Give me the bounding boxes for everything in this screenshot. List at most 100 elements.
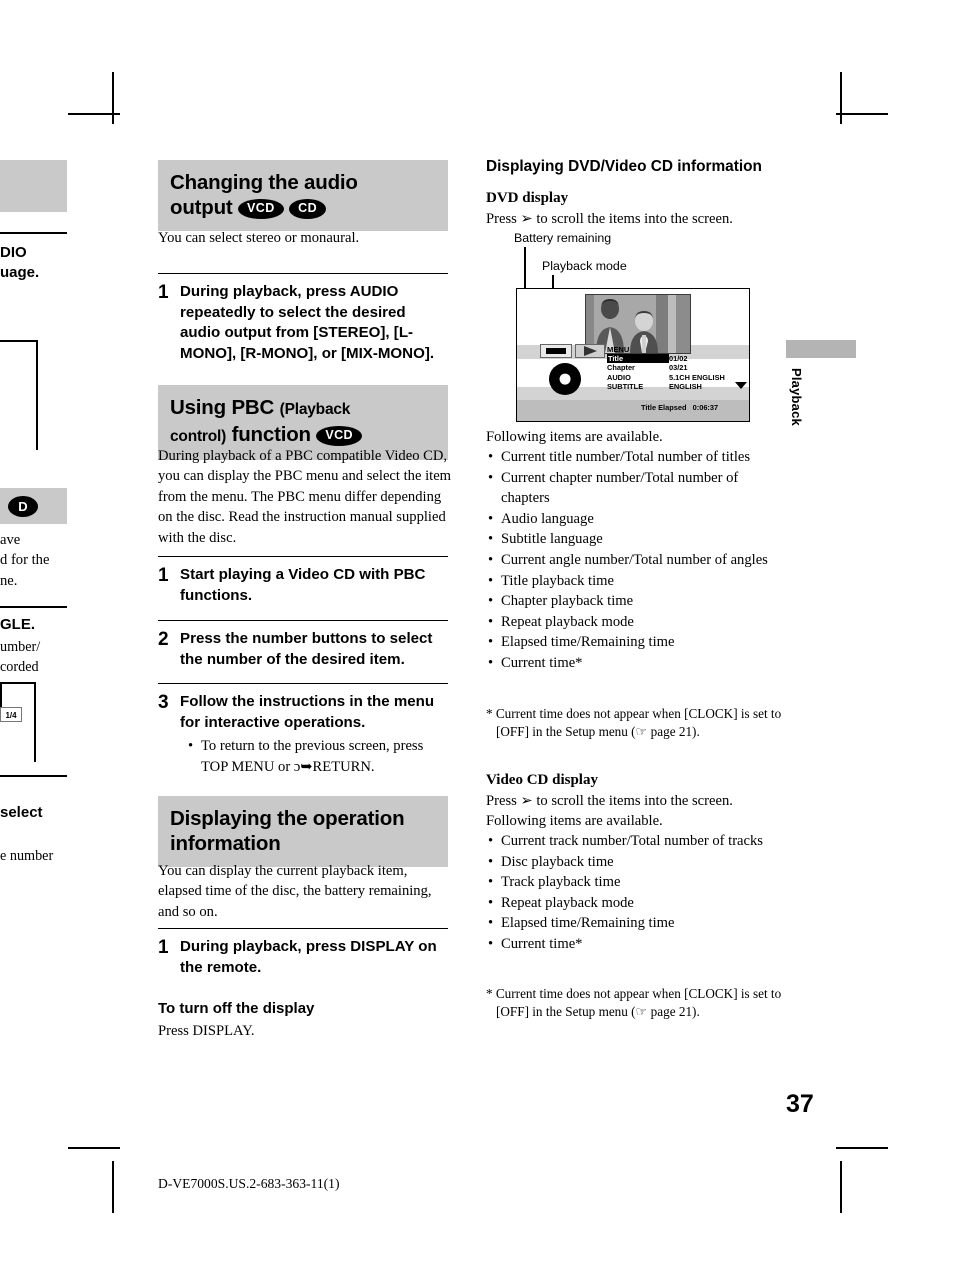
crop-mark-top-right-h xyxy=(836,113,888,115)
list-item: Chapter playback time xyxy=(486,591,786,612)
list-item: Repeat playback mode xyxy=(486,612,786,633)
callout-battery-remaining: Battery remaining xyxy=(514,231,612,245)
step-item: 1 Start playing a Video CD with PBC func… xyxy=(158,565,448,606)
osd-elapsed: Title Elapsed 0:06:37 xyxy=(641,403,718,412)
list-item: Repeat playback mode xyxy=(486,893,786,914)
osd-menu-label: MENU xyxy=(607,345,630,354)
step-text: Follow the instructions in the menu for … xyxy=(180,693,435,731)
osd-row-label: AUDIO xyxy=(607,372,631,382)
list-item: Disc playback time xyxy=(486,852,786,873)
step-number: 2 xyxy=(158,629,169,650)
crop-mark-bottom-right-h xyxy=(836,1147,888,1149)
disc-icon xyxy=(549,363,581,395)
dvd-footnote: * Current time does not appear when [CLO… xyxy=(486,706,782,740)
list-item: Current track number/Total number of tra… xyxy=(486,831,786,852)
footer-rule-right xyxy=(840,1168,842,1200)
osd-row-chapter: Chapter 03/21 xyxy=(607,363,749,372)
footer-rule-left xyxy=(112,1168,114,1200)
heading-line-1: Using PBC (Playback xyxy=(170,395,436,422)
heading-line-2: output VCD CD xyxy=(170,195,436,220)
step-text: Press the number buttons to select the n… xyxy=(180,630,433,668)
section1-intro: You can select stereo or monaural. xyxy=(158,230,360,246)
badge-vcd: VCD xyxy=(238,199,284,219)
step-item: 3 Follow the instructions in the menu fo… xyxy=(158,692,448,733)
play-mode-icon xyxy=(575,344,605,358)
step-number: 1 xyxy=(158,565,169,586)
list-item: To return to the previous screen, press … xyxy=(186,736,448,777)
step-divider xyxy=(158,273,448,274)
vcd-footnote: * Current time does not appear when [CLO… xyxy=(486,986,782,1020)
step-item: 2 Press the number buttons to select the… xyxy=(158,629,448,670)
instruction-suffix: to scroll the items into the screen. xyxy=(536,211,733,227)
step-number: 1 xyxy=(158,937,169,958)
side-tab-label: Playback xyxy=(789,368,804,426)
bleed-diagram-top xyxy=(0,682,36,684)
down-arrow-icon: ➢ xyxy=(520,211,533,227)
osd-row-subtitle: SUBTITLE ENGLISH xyxy=(607,382,749,391)
right-column-heading: Displaying DVD/Video CD information xyxy=(486,158,762,175)
pbc-heading-main2: function xyxy=(231,423,311,446)
subheading-turn-off-display: To turn off the display xyxy=(158,1000,315,1017)
badge-cd: CD xyxy=(289,199,326,219)
subheading-video-cd-display: Video CD display xyxy=(486,772,598,788)
list-item: Subtitle language xyxy=(486,529,786,550)
crop-mark-bottom-left-h xyxy=(68,1147,120,1149)
manual-page: DIO uage. D ave d for the ne. GLE. umber… xyxy=(0,0,954,1261)
bleed-box-right xyxy=(36,340,38,450)
crop-mark-top-left-h xyxy=(68,113,120,115)
section-heading-changing-audio-output: Changing the audio output VCD CD xyxy=(158,160,448,231)
osd-menu: MENU Title 01/02 Chapter 03/21 AUDIO 5.1… xyxy=(607,345,749,392)
footer-code: D-VE7000S.US.2-683-363-11(1) xyxy=(158,1176,340,1191)
list-item: Elapsed time/Remaining time xyxy=(486,632,786,653)
osd-row-label: Title xyxy=(607,354,669,364)
section2-intro: During playback of a PBC compatible Vide… xyxy=(158,448,452,546)
section-heading-displaying-operation-information: Displaying the operation information xyxy=(158,796,448,867)
bleed-box-top xyxy=(0,340,38,342)
scroll-down-arrow-icon xyxy=(735,382,747,389)
crop-mark-top-left-v xyxy=(112,72,114,124)
bleed-fragment-1: DIO uage. xyxy=(0,244,40,281)
step-divider xyxy=(158,556,448,557)
instruction-prefix: Press xyxy=(486,793,517,809)
dvd-scroll-instruction: Press ➢ to scroll the items into the scr… xyxy=(486,209,786,229)
bleed-rule-1 xyxy=(0,232,67,234)
bleed-fragment-5: select xyxy=(0,804,43,821)
osd-row-value: 03/21 xyxy=(669,363,688,373)
bleed-fragment-3: GLE. xyxy=(0,616,36,633)
heading-line-2: information xyxy=(170,832,281,855)
bleed-fragment-6: e number xyxy=(0,848,54,864)
list-item: Audio language xyxy=(486,509,786,530)
dvd-list-intro: Following items are available. xyxy=(486,429,663,445)
badge-vcd: VCD xyxy=(316,426,362,446)
pbc-heading-main1: Using PBC xyxy=(170,396,275,419)
dvd-display-illustration: MENU Title 01/02 Chapter 03/21 AUDIO 5.1… xyxy=(516,288,750,422)
bleed-media-badge: D xyxy=(8,496,38,517)
illustration-inner: MENU Title 01/02 Chapter 03/21 AUDIO 5.1… xyxy=(517,289,749,421)
heading-line-1: Displaying the operation xyxy=(170,807,405,830)
step-text: Start playing a Video CD with PBC functi… xyxy=(180,566,426,604)
pbc-heading-paren1: (Playback xyxy=(279,401,351,418)
step-text: During playback, press DISPLAY on the re… xyxy=(180,938,437,976)
list-item: Track playback time xyxy=(486,872,786,893)
list-item: Current title number/Total number of tit… xyxy=(486,447,786,468)
osd-elapsed-label: Title Elapsed xyxy=(641,403,687,412)
step-number: 3 xyxy=(158,692,169,713)
callout-playback-mode: Playback mode xyxy=(542,259,627,273)
vcd-scroll-instruction: Press ➢ to scroll the items into the scr… xyxy=(486,791,786,811)
osd-row-value: 01/02 xyxy=(669,354,688,363)
bleed-diagram-right xyxy=(34,682,36,762)
bleed-fragment-4: umber/ corded xyxy=(0,639,41,675)
vcd-item-list: Current track number/Total number of tra… xyxy=(486,831,786,955)
step-number: 1 xyxy=(158,282,169,303)
crop-mark-top-right-v xyxy=(840,72,842,124)
list-item: Current angle number/Total number of ang… xyxy=(486,550,786,571)
instruction-prefix: Press xyxy=(486,211,517,227)
bleed-gray-block xyxy=(0,160,67,212)
step-text: During playback, press AUDIO repeatedly … xyxy=(180,283,435,362)
battery-icon xyxy=(540,344,572,358)
vcd-list-intro: Following items are available. xyxy=(486,813,663,829)
bleed-fragment-2: ave d for the ne. xyxy=(0,532,50,589)
step-item: 1 During playback, press AUDIO repeatedl… xyxy=(158,282,448,364)
heading-line-2: control) function VCD xyxy=(170,422,436,449)
step-divider xyxy=(158,683,448,684)
